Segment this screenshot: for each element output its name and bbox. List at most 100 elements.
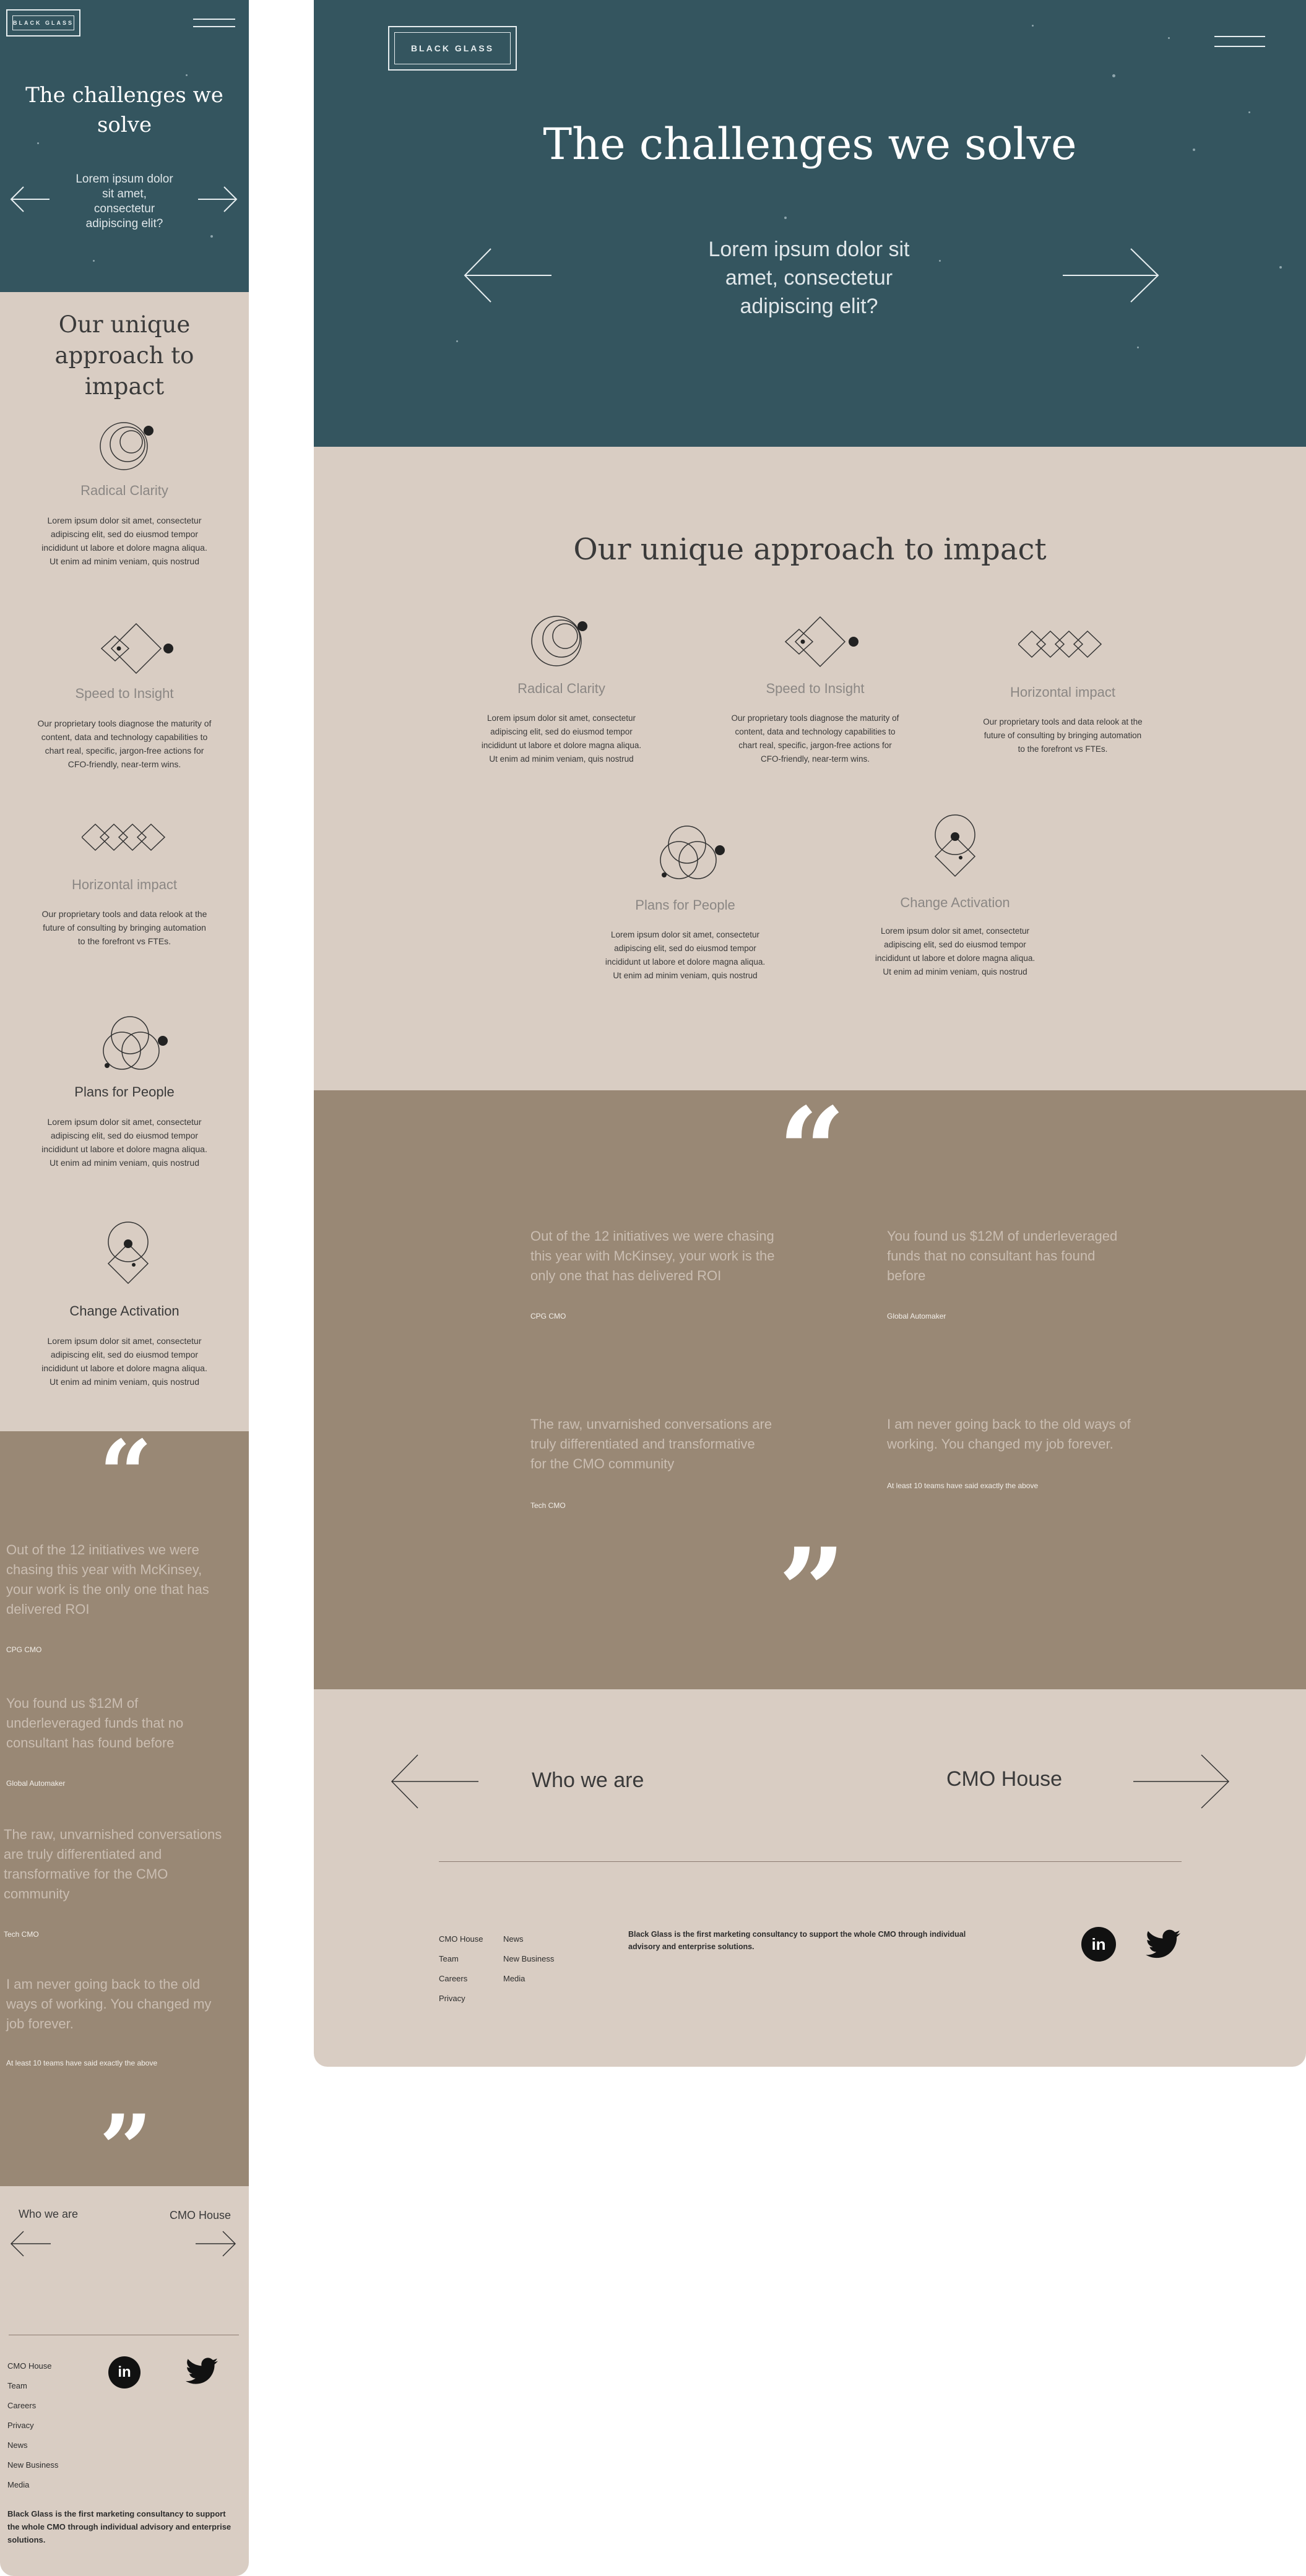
desktop-hero: BLACK GLASS The challenges we solve Lore…: [314, 0, 1306, 447]
desktop-feature-title: Radical Clarity: [517, 681, 605, 696]
mobile-diamonds-icon: [100, 622, 173, 674]
mobile-feature-body: Our proprietary tools and data relook at…: [41, 909, 207, 946]
mobile-feature-title: Radical Clarity: [80, 483, 168, 498]
footer-link[interactable]: News: [7, 2436, 58, 2455]
desktop-hero-next-arrow-icon[interactable]: [1062, 248, 1161, 303]
close-quote-icon: ”: [99, 2095, 153, 2203]
footer-link[interactable]: New Business: [503, 1949, 554, 1969]
desktop-feature-title: Plans for People: [635, 897, 735, 913]
mobile-hero-title: The challenges we solve: [25, 83, 223, 137]
desktop-prev-link[interactable]: Who we are: [532, 1768, 644, 1793]
mobile-hero: BLACK GLASS The challenges we solve Lore…: [0, 0, 249, 292]
testimonial-source: Tech CMO: [530, 1501, 566, 1510]
mobile-footer-about: Black Glass is the first marketing consu…: [7, 2509, 231, 2544]
testimonial-text: I am never going back to the old ways of …: [6, 1976, 212, 2031]
mobile-logo[interactable]: BLACK GLASS: [6, 9, 80, 37]
mobile-prev-arrow-icon[interactable]: [9, 2230, 52, 2257]
desktop-feature-body: Lorem ipsum dolor sit amet, consectetur a…: [605, 930, 766, 980]
testimonial-text: You found us $12M of underleveraged funds…: [6, 1695, 184, 1751]
desktop-feature-body: Our proprietary tools and data relook at…: [983, 717, 1143, 754]
desktop-footer-links-col2: News New Business Media: [503, 1929, 554, 1989]
testimonial-source: Tech CMO: [4, 1930, 39, 1939]
testimonial-source: CPG CMO: [6, 1645, 42, 1654]
mobile-venn-icon: [103, 1016, 168, 1070]
mobile-menu-icon[interactable]: [193, 19, 235, 33]
footer-link[interactable]: Media: [7, 2475, 58, 2495]
desktop-hero-subtitle: Lorem ipsum dolor sit amet, consectetur ad…: [708, 238, 910, 318]
testimonial-text: I am never going back to the old ways of…: [887, 1416, 1131, 1452]
mobile-feature-title: Speed to Insight: [75, 686, 174, 701]
mobile-feature-title: Plans for People: [74, 1084, 175, 1100]
mobile-hero-prev-arrow-icon[interactable]: [9, 186, 51, 213]
testimonial-source: Global Automaker: [887, 1312, 946, 1320]
mobile-approach-heading: Our unique approach to impact: [54, 311, 194, 400]
close-quote-icon: ”: [778, 1522, 846, 1660]
desktop-prev-arrow-icon[interactable]: [389, 1754, 480, 1809]
mobile-circles-icon: [100, 422, 154, 470]
footer-link[interactable]: Team: [7, 2376, 58, 2396]
desktop-diamonds-icon: [784, 616, 858, 668]
mobile-hero-next-arrow-icon[interactable]: [197, 186, 239, 213]
desktop-diamond-row-icon: [1018, 630, 1102, 658]
desktop-logo[interactable]: BLACK GLASS: [388, 26, 517, 71]
logo-text: BLACK GLASS: [410, 43, 495, 53]
testimonial-source: At least 10 teams have said exactly the …: [6, 2059, 158, 2067]
mobile-feature-body: Lorem ipsum dolor sit amet, consectetur a…: [41, 1117, 207, 1168]
testimonial-text: The raw, unvarnished conversations are tr…: [4, 1827, 222, 1902]
desktop-twitter-icon[interactable]: [1146, 1929, 1180, 1959]
testimonial-text: The raw, unvarnished conversations are tr…: [530, 1416, 772, 1471]
desktop-venn-icon: [660, 825, 725, 879]
mobile-diamond-row-icon: [82, 823, 166, 851]
mobile-hero-subtitle: Lorem ipsum dolor sit amet, consectetur adi…: [76, 173, 173, 230]
mobile-twitter-icon[interactable]: [186, 2358, 218, 2385]
footer-link[interactable]: New Business: [7, 2455, 58, 2475]
footer-link[interactable]: CMO House: [7, 2356, 58, 2376]
footer-link[interactable]: Team: [439, 1949, 483, 1969]
mobile-next-arrow-icon[interactable]: [194, 2230, 238, 2257]
mobile-feature-body: Our proprietary tools diagnose the matur…: [37, 718, 212, 769]
mobile-prev-link[interactable]: Who we are: [19, 2208, 78, 2221]
desktop-menu-icon[interactable]: [1214, 36, 1265, 53]
desktop-footer-about: Black Glass is the first marketing consu…: [628, 1930, 966, 1951]
desktop-linkedin-icon[interactable]: in: [1081, 1927, 1116, 1962]
mobile-circle-diamond-icon: [107, 1221, 149, 1285]
desktop-approach-heading: Our unique approach to impact: [573, 532, 1047, 567]
desktop-feature-title: Horizontal impact: [1010, 684, 1115, 700]
desktop-circles-icon: [531, 616, 587, 666]
mobile-testimonials: “ Out of the 12 initiatives we were chasi…: [0, 1420, 249, 2203]
desktop-testimonials: “ Out of the 12 initiatives we were chas…: [314, 1082, 1306, 1689]
footer-link[interactable]: Privacy: [439, 1989, 483, 2009]
mobile-footer-links: CMO House Team Careers Privacy News New …: [7, 2356, 58, 2495]
desktop-feature-body: Lorem ipsum dolor sit amet, consectetur a…: [481, 713, 642, 764]
desktop-next-link[interactable]: CMO House: [946, 1767, 1062, 1791]
desktop-page: BLACK GLASS The challenges we solve Lore…: [314, 0, 1306, 2067]
desktop-feature-body: Our proprietary tools diagnose the matur…: [731, 713, 899, 764]
testimonial-text: Out of the 12 initiatives we were chasing…: [6, 1542, 209, 1617]
testimonial-source: CPG CMO: [530, 1312, 566, 1320]
mobile-page: BLACK GLASS The challenges we solve Lore…: [0, 0, 249, 2576]
desktop-hero-title: The challenges we solve: [543, 119, 1077, 170]
footer-link[interactable]: Privacy: [7, 2416, 58, 2436]
testimonial-source: Global Automaker: [6, 1779, 66, 1788]
mobile-linkedin-icon[interactable]: in: [108, 2356, 141, 2389]
footer-link[interactable]: Media: [503, 1969, 554, 1989]
testimonial-text: Out of the 12 initiatives we were chasin…: [530, 1228, 775, 1283]
mobile-next-link[interactable]: CMO House: [170, 2209, 231, 2222]
desktop-feature-body: Lorem ipsum dolor sit amet, consectetur a…: [875, 926, 1036, 976]
desktop-feature-title: Speed to Insight: [766, 681, 865, 696]
mobile-feature-body: Lorem ipsum dolor sit amet, consectetur a…: [41, 1336, 207, 1387]
open-quote-icon: “: [99, 1420, 153, 1529]
desktop-footer-divider: [439, 1861, 1182, 1862]
mobile-feature-title: Horizontal impact: [72, 877, 177, 892]
desktop-hero-prev-arrow-icon[interactable]: [462, 248, 553, 303]
footer-link[interactable]: News: [503, 1929, 554, 1949]
logo-text: BLACK GLASS: [13, 20, 74, 26]
footer-link[interactable]: Careers: [7, 2396, 58, 2416]
footer-link[interactable]: CMO House: [439, 1929, 483, 1949]
mobile-feature-body: Lorem ipsum dolor sit amet, consectetur a…: [41, 515, 207, 566]
testimonial-source: At least 10 teams have said exactly the …: [887, 1481, 1039, 1490]
desktop-next-arrow-icon[interactable]: [1132, 1754, 1231, 1809]
mobile-feature-title: Change Activation: [69, 1303, 179, 1319]
footer-link[interactable]: Careers: [439, 1969, 483, 1989]
desktop-footer-links-col1: CMO House Team Careers Privacy: [439, 1929, 483, 2009]
